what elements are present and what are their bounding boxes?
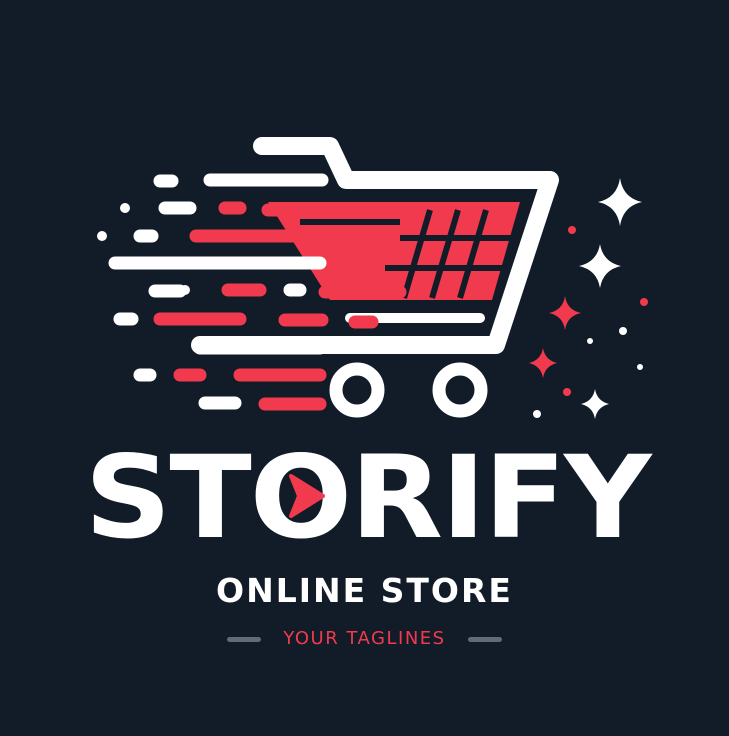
sparkle-red-2 (529, 348, 557, 378)
cart-wheel-left (329, 362, 385, 418)
logo-canvas: STORIFY ONLINE STORE YOUR TAGLINES (0, 0, 729, 736)
cart-wheel-right (432, 362, 488, 418)
logo-mark (97, 137, 648, 419)
tagline-dash-right (467, 636, 502, 642)
sparkle-white-small (581, 389, 609, 419)
sparkle-white-mid (579, 244, 621, 288)
brand-name-part-1: ST (85, 431, 252, 556)
speed-dots (97, 203, 190, 295)
brand-name-part-2: RIFY (350, 431, 653, 556)
sparkle-white-large (598, 178, 642, 226)
cart-wheels (329, 362, 488, 418)
tagline-row: YOUR TAGLINES (0, 624, 729, 654)
tagline-dash-left (227, 636, 262, 642)
sparkle-red-1 (549, 296, 581, 330)
svg-text:STORIFY: STORIFY (85, 431, 654, 556)
brand-subtitle: ONLINE STORE (216, 571, 513, 610)
brand-name: STORIFY (85, 431, 656, 556)
cart-basket-grid (268, 202, 520, 300)
brand-tagline: YOUR TAGLINES (283, 628, 446, 649)
